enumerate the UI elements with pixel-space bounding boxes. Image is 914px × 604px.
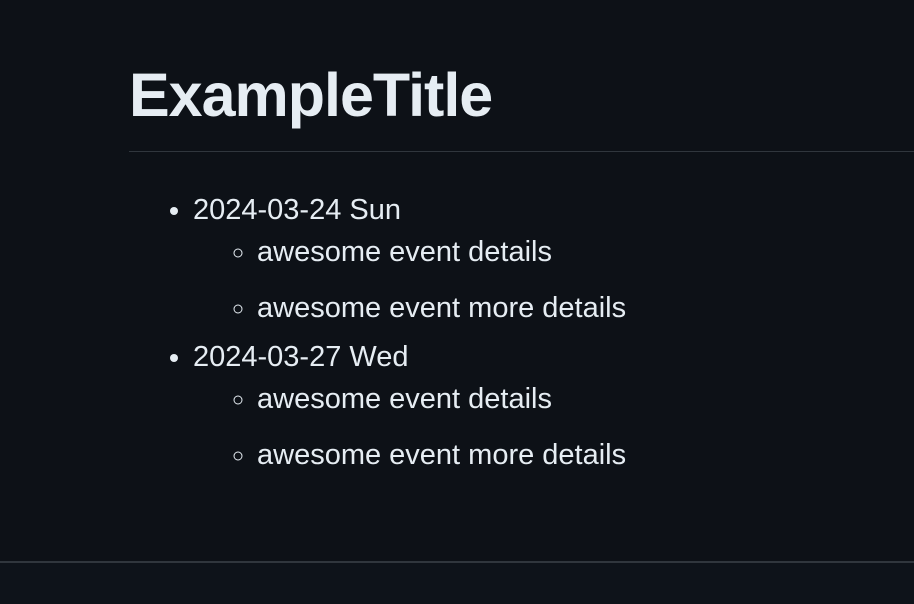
event-list: awesome event details awesome event more… <box>193 381 914 473</box>
event-item: awesome event more details <box>257 437 914 473</box>
day-list: 2024-03-24 Sun awesome event details awe… <box>129 192 914 473</box>
event-text: awesome event more details <box>257 292 627 324</box>
day-date: 2024-03-24 Sun <box>193 194 401 226</box>
markdown-body: ExampleTitle 2024-03-24 Sun awesome even… <box>129 0 914 473</box>
day-item: 2024-03-27 Wed awesome event details awe… <box>193 339 914 473</box>
day-date: 2024-03-27 Wed <box>193 341 409 373</box>
title-divider <box>129 151 914 152</box>
footer-area <box>0 563 914 604</box>
page: ExampleTitle 2024-03-24 Sun awesome even… <box>0 0 914 604</box>
event-text: awesome event more details <box>257 439 627 471</box>
event-item: awesome event details <box>257 381 914 417</box>
event-text: awesome event details <box>257 383 552 415</box>
event-item: awesome event more details <box>257 290 914 326</box>
page-title: ExampleTitle <box>129 61 493 129</box>
event-item: awesome event details <box>257 234 914 270</box>
day-item: 2024-03-24 Sun awesome event details awe… <box>193 192 914 326</box>
event-list: awesome event details awesome event more… <box>193 234 914 326</box>
event-text: awesome event details <box>257 236 552 268</box>
